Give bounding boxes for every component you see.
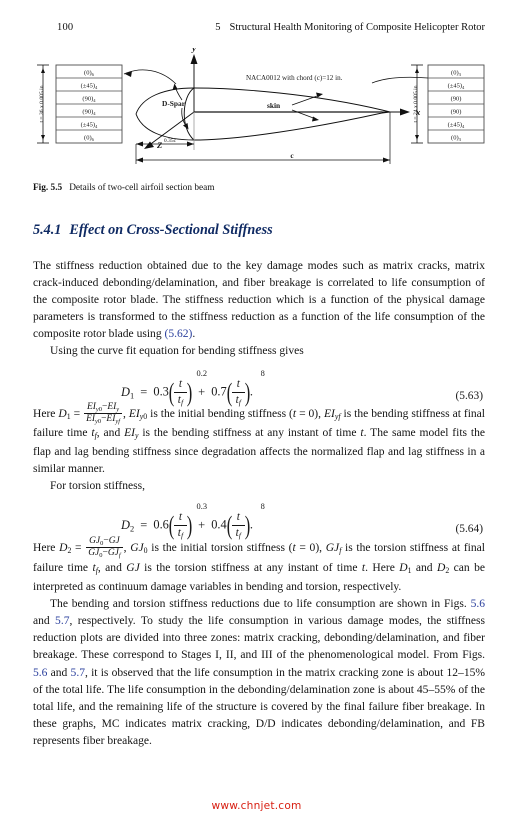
figure-caption: Fig. 5.5 Details of two-cell airfoil sect… (33, 183, 215, 193)
paragraph-6-a: The bending and torsion stiffness reduct… (50, 598, 471, 611)
figure-caption-text: Details of two-cell airfoil section beam (69, 183, 215, 193)
eq564-den1: tf (177, 527, 184, 541)
right-ply-4: (90) (451, 109, 462, 116)
axis-label-z: Z (156, 140, 163, 150)
eq563-num2: t (231, 378, 245, 394)
body-column: The stiffness reduction obtained due to … (33, 258, 485, 750)
running-head: 100 5 Structural Health Monitoring of Com… (0, 22, 513, 38)
eq563-exp2: 8 (260, 369, 265, 378)
eq564-lhs: D2 (121, 517, 135, 533)
chord-label: c (290, 151, 294, 160)
left-thickness-dimension: t = 36 x 0.005 in (37, 64, 49, 144)
right-ply-stack-table: (0)3 (±45)4 (90) (90) (±45)4 (0)3 (427, 64, 485, 144)
right-thickness-dimension: t = 24 x 0.005 in (411, 64, 423, 144)
eq563-den1: tf (177, 394, 184, 408)
eq563-term2: (t tf) 8 (226, 369, 265, 408)
eq564-num1: t (173, 511, 188, 527)
skin-label: skin (267, 101, 280, 110)
right-ply-3: (90) (451, 96, 462, 103)
eq564-exp1: 0.3 (196, 502, 207, 511)
section-heading: 5.4.1 Effect on Cross-Sectional Stiffness (33, 222, 273, 239)
cross-ref-5-7-first[interactable]: 5.7 (55, 615, 69, 627)
paragraph-5-d: is the torsion stiffness at any instant … (139, 561, 362, 574)
axis-label-y: y (191, 48, 196, 53)
paragraph-6-e: , it is observed that the life consumpti… (33, 666, 485, 747)
paragraph-4-text: For torsion stiffness, (50, 480, 146, 493)
cross-ref-5-62[interactable]: (5.62) (164, 328, 192, 340)
math-tf-2: tf (92, 561, 98, 575)
cross-ref-5-6-second[interactable]: 5.6 (33, 667, 47, 679)
eq563-coef2: 0.7 (211, 384, 227, 399)
paragraph-1-period: . (192, 328, 196, 341)
paragraph-6-and-2: and (47, 666, 71, 679)
cross-ref-5-6-first[interactable]: 5.6 (471, 598, 485, 610)
watermark: www.chnjet.com (211, 800, 302, 812)
eq564-coef2: 0.4 (211, 517, 227, 532)
left-thickness-label: t = 36 x 0.005 in (39, 85, 45, 122)
eq563-num1: t (173, 378, 188, 394)
axis-label-x: x (415, 107, 421, 117)
math-d1-ref: D1 (399, 561, 412, 575)
eq564-coef1: 0.6 (153, 517, 169, 532)
paragraph-4: For torsion stiffness, (33, 478, 485, 495)
airfoil-section-diagram: (0)6 (±45)4 (90)4 (90)4 (±45)4 (0)6 t = … (37, 48, 485, 164)
section-number: 5.4.1 (33, 222, 62, 238)
eq564-den2: tf (235, 527, 241, 541)
dspar-callout: D-Spar (162, 83, 189, 130)
math-gj: GJ (126, 561, 140, 574)
equation-5-64-body: D2 = 0.6(t tf) 0.3 + 0.4(t tf) 8. (121, 502, 265, 541)
paragraph-2-text: Using the curve fit equation for bending… (50, 345, 304, 358)
equation-5-63: D1 = 0.3(t tf) 0.2 + 0.7(t tf) 8. (5.63) (33, 369, 485, 418)
coordinate-axes: y x Z (144, 48, 421, 150)
paragraph-6: The bending and torsion stiffness reduct… (33, 596, 485, 750)
paragraph-6-and-1: and (33, 615, 56, 628)
spar-chord-label: 0.35c (164, 138, 177, 144)
math-d2-ref: D2 (436, 561, 450, 575)
paragraph-6-c: , respectively. To study the life consum… (33, 615, 485, 662)
eq563-term1: (t tf) 0.2 (168, 369, 207, 408)
equation-5-63-tag: (5.63) (455, 390, 483, 402)
equation-5-63-body: D1 = 0.3(t tf) 0.2 + 0.7(t tf) 8. (121, 369, 265, 408)
dspar-label: D-Spar (162, 99, 186, 108)
spar-chord-dimension: 0.35c (136, 112, 195, 150)
running-head-title: 5 Structural Health Monitoring of Composi… (215, 22, 485, 33)
airfoil-outline (135, 87, 391, 141)
eq563-den2: tf (235, 394, 241, 408)
left-ply-stack-table: (0)6 (±45)4 (90)4 (90)4 (±45)4 (0)6 (55, 64, 123, 144)
figure-5-5: (0)6 (±45)4 (90)4 (90)4 (±45)4 (0)6 t = … (24, 48, 492, 178)
eq564-term1: (t tf) 0.3 (168, 502, 207, 541)
eq563-lhs: D1 (121, 384, 135, 400)
math-eiy: EIy (124, 426, 139, 441)
paragraph-3-d: is the bending stiffness at any instant … (138, 426, 361, 439)
running-head-chapter-number: 5 (215, 22, 221, 33)
skin-callout: skin (267, 92, 323, 122)
eq564-num2: t (231, 511, 245, 527)
figure-caption-label: Fig. 5.5 (33, 183, 63, 193)
eq564-exp2: 8 (260, 502, 265, 511)
running-head-text: Structural Health Monitoring of Composit… (229, 22, 485, 33)
cross-ref-5-7-second[interactable]: 5.7 (71, 667, 85, 679)
math-tf: tf (91, 426, 97, 441)
paragraph-1: The stiffness reduction obtained due to … (33, 258, 485, 343)
equation-5-64: D2 = 0.6(t tf) 0.3 + 0.4(t tf) 8. (5.64) (33, 502, 485, 551)
page-folio: 100 (57, 22, 74, 33)
eq563-coef1: 0.3 (153, 384, 169, 399)
airfoil-annotation: NACA0012 with chord (c)=12 in. (246, 74, 343, 82)
eq563-exp1: 0.2 (196, 369, 207, 378)
paragraph-1-text: The stiffness reduction obtained due to … (33, 260, 485, 341)
paragraph-2: Using the curve fit equation for bending… (33, 343, 485, 360)
section-title: Effect on Cross-Sectional Stiffness (69, 222, 273, 238)
eq564-term2: (t tf) 8 (226, 502, 265, 541)
equation-5-64-tag: (5.64) (455, 523, 483, 535)
